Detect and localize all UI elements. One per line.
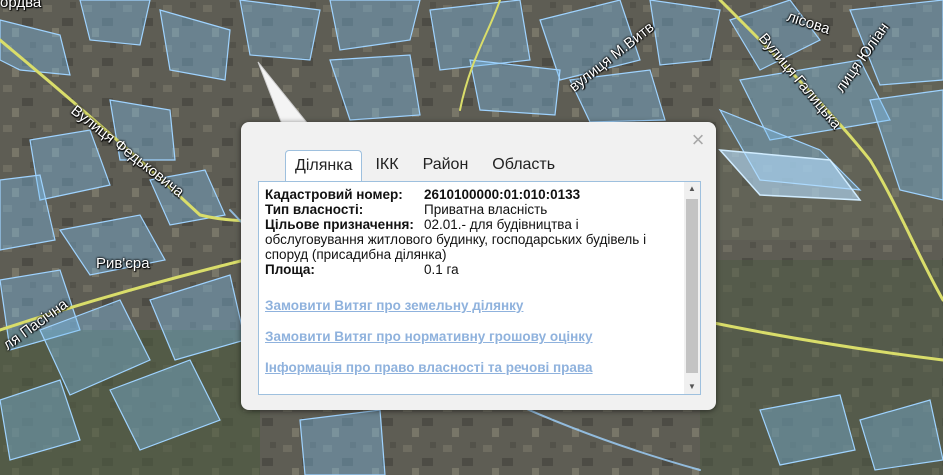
close-icon[interactable]: × <box>688 129 708 151</box>
popup-pointer <box>257 61 310 125</box>
tab-district[interactable]: Район <box>412 150 480 182</box>
field-value: 0.1 га <box>424 262 459 277</box>
scrollbar-thumb[interactable] <box>686 199 698 373</box>
scrollbar[interactable]: ▲ ▼ <box>684 182 700 394</box>
field-value: 02.01.- для будівництва і <box>424 217 579 232</box>
scroll-up-icon[interactable]: ▲ <box>684 182 700 196</box>
field-label: Площа: <box>265 262 315 277</box>
field-value: Приватна власність <box>424 202 548 217</box>
field-ownership-type: Тип власності: Приватна власність <box>265 202 677 217</box>
scroll-down-icon[interactable]: ▼ <box>684 380 700 394</box>
ownership-info-link[interactable]: Інформація про право власності та речові… <box>265 360 593 376</box>
field-area: Площа: 0.1 га <box>265 262 677 277</box>
order-land-extract-link[interactable]: Замовити Витяг про земельну ділянку <box>265 298 593 314</box>
field-purpose-continued: обслуговування житлового будинку, господ… <box>265 232 677 262</box>
tab-region[interactable]: Область <box>481 150 566 182</box>
field-purpose: Цільове призначення: 02.01.- для будівни… <box>265 217 677 232</box>
field-label: Тип власності: <box>265 202 364 217</box>
field-label: Цільове призначення: <box>265 217 414 232</box>
tab-ikk[interactable]: ІКК <box>364 150 409 182</box>
order-valuation-extract-link[interactable]: Замовити Витяг про нормативну грошову оц… <box>265 329 593 345</box>
parcel-info-popup: × Ділянка ІКК Район Область Кадастровий … <box>241 122 716 410</box>
field-value: обслуговування житлового будинку, господ… <box>265 232 647 262</box>
popup-tabs: Ділянка ІКК Район Область <box>285 148 568 183</box>
tab-content-panel: Кадастровий номер: 2610100000:01:010:013… <box>258 181 701 395</box>
popup-links: Замовити Витяг про земельну ділянку Замо… <box>265 298 593 391</box>
field-value: 2610100000:01:010:0133 <box>424 187 581 202</box>
street-label-ordva: ордва <box>0 0 42 11</box>
field-cadastral-number: Кадастровий номер: 2610100000:01:010:013… <box>265 187 677 202</box>
tab-parcel[interactable]: Ділянка <box>285 150 363 183</box>
field-label: Кадастровий номер: <box>265 187 403 202</box>
poi-label-riviera[interactable]: Рив'єра <box>96 255 150 272</box>
